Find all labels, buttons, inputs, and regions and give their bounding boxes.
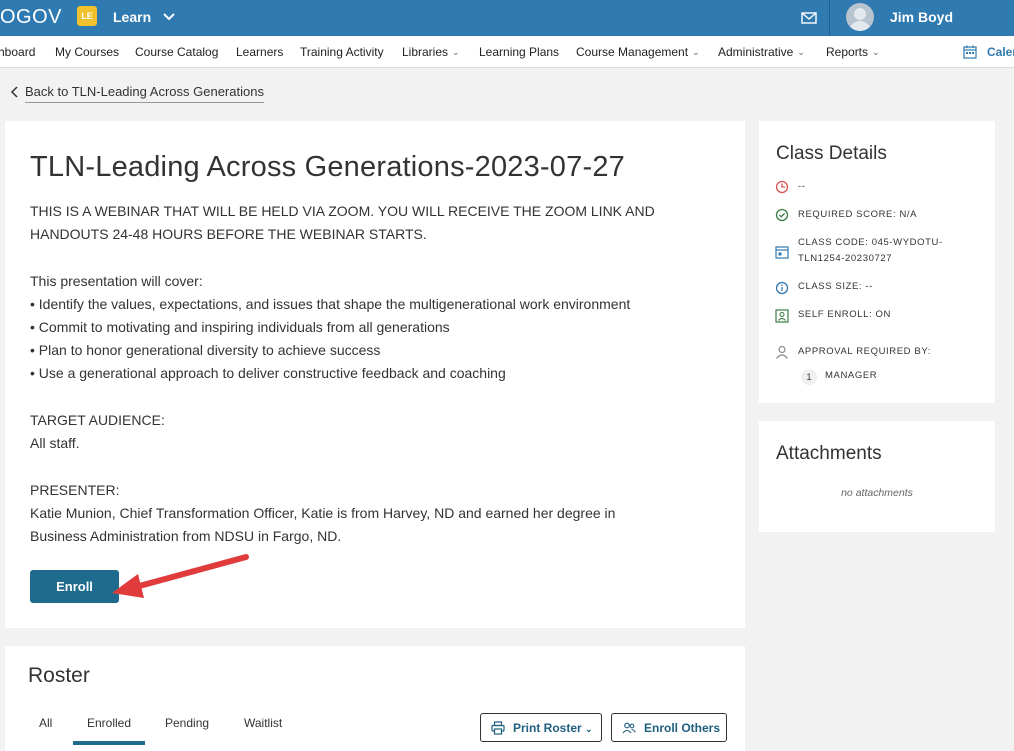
nav-item-learners[interactable]: Learners bbox=[236, 45, 283, 59]
person-icon bbox=[776, 345, 788, 359]
nav-item-course-catalog[interactable]: Course Catalog bbox=[135, 45, 218, 59]
top-bar: OGOV LE Learn Jim Boyd bbox=[0, 0, 1014, 36]
info-icon bbox=[775, 281, 789, 295]
nav-item-my-courses[interactable]: My Courses bbox=[55, 45, 119, 59]
check-circle-icon bbox=[775, 208, 789, 222]
description-line: Business Administration from NDSU in Far… bbox=[30, 528, 342, 544]
calendar-icon[interactable] bbox=[963, 45, 977, 59]
tab-all[interactable]: All bbox=[39, 716, 52, 730]
roster-title: Roster bbox=[28, 664, 90, 687]
back-link[interactable]: Back to TLN-Leading Across Generations bbox=[25, 84, 264, 103]
nav-item-calendar[interactable]: Calen bbox=[987, 45, 1014, 59]
nav-item-training-activity[interactable]: Training Activity bbox=[300, 45, 384, 59]
chevron-down-icon: ⌄ bbox=[797, 47, 805, 57]
class-code-line-2: TLN1254-20230727 bbox=[798, 253, 893, 264]
chevron-down-icon: ⌄ bbox=[585, 724, 593, 734]
description-line: TARGET AUDIENCE: bbox=[30, 412, 165, 428]
required-score: REQUIRED SCORE: N/A bbox=[798, 209, 918, 220]
approval-label: APPROVAL REQUIRED BY: bbox=[798, 346, 931, 357]
nav-item-dashboard[interactable]: hboard bbox=[0, 45, 35, 59]
user-name[interactable]: Jim Boyd bbox=[890, 9, 953, 25]
annotation-arrow-icon bbox=[112, 554, 249, 598]
description-line: This presentation will cover: bbox=[30, 273, 203, 289]
class-details-title: Class Details bbox=[776, 143, 887, 164]
app-switcher-label[interactable]: Learn bbox=[113, 9, 151, 25]
tab-waitlist[interactable]: Waitlist bbox=[244, 716, 282, 730]
chevron-down-icon: ⌄ bbox=[692, 47, 700, 57]
enroll-others-button[interactable]: Enroll Others bbox=[611, 713, 727, 742]
attachments-title: Attachments bbox=[776, 443, 882, 464]
chevron-down-icon: ⌄ bbox=[452, 47, 460, 57]
nav-item-administrative[interactable]: Administrative ⌄ bbox=[718, 45, 805, 59]
description-line: Katie Munion, Chief Transformation Offic… bbox=[30, 505, 616, 521]
chevron-down-icon[interactable] bbox=[162, 10, 176, 24]
active-tab-indicator bbox=[73, 741, 145, 745]
approver-number-badge: 1 bbox=[801, 369, 817, 385]
class-details-card: Class Details -- REQUIRED SCORE: N/A CLA… bbox=[759, 121, 995, 403]
tab-enrolled[interactable]: Enrolled bbox=[87, 716, 131, 730]
description-line: All staff. bbox=[30, 435, 80, 451]
users-icon bbox=[622, 722, 636, 734]
class-time: -- bbox=[798, 181, 806, 192]
description-line: • Plan to honor generational diversity t… bbox=[30, 342, 381, 358]
nav-item-course-management[interactable]: Course Management ⌄ bbox=[576, 45, 700, 59]
brand-logo[interactable]: OGOV bbox=[0, 6, 62, 29]
description-line: PRESENTER: bbox=[30, 482, 120, 498]
person-card-icon bbox=[775, 309, 789, 323]
description-line: • Identify the values, expectations, and… bbox=[30, 296, 631, 312]
description-line: THIS IS A WEBINAR THAT WILL BE HELD VIA … bbox=[30, 203, 655, 219]
description-line: HANDOUTS 24-48 HOURS BEFORE THE WEBINAR … bbox=[30, 226, 427, 242]
nav-item-libraries[interactable]: Libraries ⌄ bbox=[402, 45, 460, 59]
class-code-line-1: CLASS CODE: 045-WYDOTU- bbox=[798, 237, 943, 248]
calendar-code-icon bbox=[775, 246, 789, 259]
nav-item-learning-plans[interactable]: Learning Plans bbox=[479, 45, 559, 59]
avatar[interactable] bbox=[846, 3, 874, 31]
header-divider bbox=[829, 0, 830, 36]
self-enroll: SELF ENROLL: ON bbox=[798, 309, 891, 320]
tab-pending[interactable]: Pending bbox=[165, 716, 209, 730]
description-line: • Commit to motivating and inspiring ind… bbox=[30, 319, 450, 335]
attachments-empty-text: no attachments bbox=[841, 487, 913, 499]
clock-icon bbox=[775, 180, 789, 194]
print-roster-button[interactable]: Print Roster ⌄ bbox=[480, 713, 602, 742]
page-title: TLN-Leading Across Generations-2023-07-2… bbox=[30, 151, 625, 183]
class-size: CLASS SIZE: -- bbox=[798, 281, 873, 292]
nav-item-reports[interactable]: Reports ⌄ bbox=[826, 45, 880, 59]
approver-role: MANAGER bbox=[825, 370, 878, 381]
roster-card: Roster All Enrolled Pending Waitlist Pri… bbox=[5, 646, 745, 751]
chevron-left-icon[interactable] bbox=[10, 86, 20, 98]
mail-icon[interactable] bbox=[801, 11, 817, 25]
printer-icon bbox=[491, 721, 505, 735]
chevron-down-icon: ⌄ bbox=[872, 47, 880, 57]
app-badge: LE bbox=[77, 6, 97, 26]
enroll-button[interactable]: Enroll bbox=[30, 570, 119, 603]
main-nav: hboard My Courses Course Catalog Learner… bbox=[0, 36, 1014, 68]
description-line: • Use a generational approach to deliver… bbox=[30, 365, 506, 381]
attachments-card: Attachments no attachments bbox=[759, 421, 995, 532]
